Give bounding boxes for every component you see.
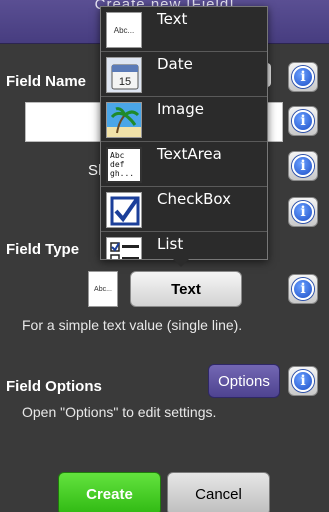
field-name-label: Field Name xyxy=(6,73,87,90)
field-name-input-info-button[interactable]: i xyxy=(288,106,318,136)
info-icon: i xyxy=(292,278,314,300)
calendar-icon: 15 xyxy=(106,57,142,93)
dropdown-item-label: CheckBox xyxy=(157,190,232,208)
dropdown-item-textarea[interactable]: Abc def gh... TextArea xyxy=(101,142,267,187)
dropdown-item-label: Image xyxy=(157,100,204,118)
info-icon: i xyxy=(292,201,314,223)
hidden-row-2-info-button[interactable]: i xyxy=(288,197,318,227)
info-icon: i xyxy=(292,370,314,392)
list-icon xyxy=(106,237,142,259)
calendar-day-text: 15 xyxy=(119,76,131,88)
field-type-label: Field Type xyxy=(6,241,80,258)
dropdown-item-checkbox[interactable]: CheckBox xyxy=(101,187,267,232)
hidden-row-info-button[interactable]: i xyxy=(288,151,318,181)
field-type-select-button[interactable]: Text xyxy=(130,271,242,307)
field-type-description: For a simple text value (single line). xyxy=(22,317,243,333)
field-type-dropdown: Abc... Text 15 Date Image Abc def gh... … xyxy=(100,6,268,260)
cancel-button[interactable]: Cancel xyxy=(167,472,270,512)
checkbox-icon xyxy=(106,192,142,228)
dropdown-item-label: Text xyxy=(157,10,188,28)
options-button[interactable]: Options xyxy=(208,364,280,398)
field-options-description: Open "Options" to edit settings. xyxy=(22,404,217,420)
field-type-info-button[interactable]: i xyxy=(288,274,318,304)
info-icon: i xyxy=(292,66,314,88)
dropdown-item-label: Date xyxy=(157,55,193,73)
dropdown-item-label: List xyxy=(157,235,184,253)
dropdown-item-list[interactable]: List xyxy=(101,232,267,259)
info-icon: i xyxy=(292,110,314,132)
create-button[interactable]: Create xyxy=(58,472,161,512)
field-name-info-button[interactable]: i xyxy=(288,62,318,92)
dropdown-item-date[interactable]: 15 Date xyxy=(101,52,267,97)
textarea-icon: Abc def gh... xyxy=(106,147,142,183)
dropdown-item-label: TextArea xyxy=(157,145,222,163)
image-icon xyxy=(106,102,142,138)
dropdown-pointer xyxy=(172,258,190,267)
text-type-icon: Abc... xyxy=(106,12,142,48)
dropdown-item-text[interactable]: Abc... Text xyxy=(101,7,267,52)
info-icon: i xyxy=(292,155,314,177)
field-options-info-button[interactable]: i xyxy=(288,366,318,396)
text-type-icon: Abc... xyxy=(88,271,118,307)
field-options-label: Field Options xyxy=(6,378,102,395)
dropdown-item-image[interactable]: Image xyxy=(101,97,267,142)
